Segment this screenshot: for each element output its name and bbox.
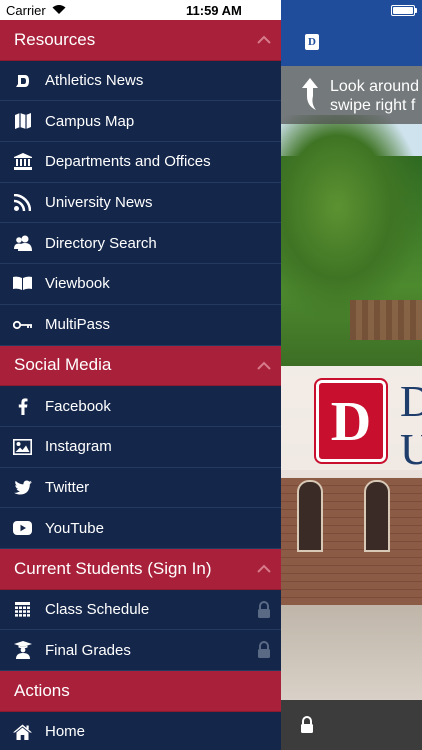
plaza [281,605,422,700]
section-header-social-media[interactable]: Social Media [0,345,281,387]
swipe-tip-text: Look around swipe right f [330,77,422,115]
section-header-actions[interactable]: Actions [0,671,281,712]
section-title: Social Media [14,355,112,375]
building-icon [13,153,32,171]
menu-item-class-schedule[interactable]: Class Schedule [0,590,281,631]
chevron-up-icon[interactable] [257,359,271,373]
menu-item-label: Home [45,723,86,741]
section-title: Actions [14,680,70,700]
wifi-icon [52,5,66,14]
section-header-resources[interactable]: Resources [0,20,281,61]
menu-item-label: Twitter [45,478,90,496]
tree-foliage [281,115,422,320]
youtube-icon [13,521,32,536]
swipe-tip-line1: Look around [330,78,419,95]
menu-item-label: Final Grades [45,641,131,659]
menu-item-label: Instagram [45,438,112,456]
chevron-up-icon[interactable] [257,562,271,576]
section-title: Resources [14,29,96,49]
people-icon [13,235,32,252]
section-header-current-students[interactable]: Current Students (Sign In) [0,548,281,590]
building-window [297,480,323,552]
home-icon [13,724,32,740]
menu-item-label: Departments and Offices [45,153,211,171]
menu-item-multipass[interactable]: MultiPass [0,305,281,346]
swipe-tip-line2: swipe right f [330,97,416,114]
key-icon [12,320,32,329]
menu-item-youtube[interactable]: YouTube [0,508,281,549]
university-logo-icon: D [314,378,388,464]
menu-item-viewbook[interactable]: Viewbook [0,264,281,305]
menu-item-label: YouTube [45,519,104,537]
menu-item-label: Athletics News [45,72,144,90]
facebook-icon [18,397,27,415]
lock-icon [258,600,270,618]
curved-arrow-icon [302,78,318,110]
menu-item-home[interactable]: Home [0,712,281,750]
navigation-drawer: Resources Athletics News Campus Map Depa… [0,20,281,750]
menu-item-university-news[interactable]: University News [0,183,281,224]
menu-item-label: MultiPass [45,316,111,334]
menu-item-athletics-news[interactable]: Athletics News [0,61,281,102]
app-top-bar [281,20,422,66]
athletics-d-icon [15,74,29,87]
graduate-icon [13,641,32,660]
menu-item-label: University News [45,194,153,212]
rss-icon [14,194,31,212]
menu-item-directory-search[interactable]: Directory Search [0,223,281,265]
menu-item-label: Directory Search [45,234,157,252]
menu-item-instagram[interactable]: Instagram [0,427,281,468]
chevron-up-icon[interactable] [257,33,271,47]
menu-item-facebook[interactable]: Facebook [0,386,281,427]
menu-item-label: Campus Map [45,112,135,130]
lock-icon [301,716,313,733]
menu-item-departments-and-offices[interactable]: Departments and Offices [0,142,281,183]
section-title: Current Students (Sign In) [14,558,212,578]
menu-item-label: Facebook [45,397,111,415]
image-icon [13,438,32,455]
twitter-icon [13,480,32,495]
book-icon [13,277,32,291]
building-roof [350,300,422,340]
status-bar: Carrier 11:59 AM [0,0,422,20]
app-logo-icon[interactable]: D [305,34,319,50]
carrier-label: Carrier [6,3,46,18]
banner-text-line2: U [400,425,422,474]
map-icon [14,113,31,130]
battery-icon [391,5,415,16]
menu-item-campus-map[interactable]: Campus Map [0,101,281,143]
lock-icon [258,641,270,659]
menu-item-label: Class Schedule [45,600,150,618]
menu-item-final-grades[interactable]: Final Grades [0,630,281,671]
clock: 11:59 AM [186,3,242,18]
menu-item-label: Viewbook [45,275,110,293]
calendar-grid-icon [15,601,30,617]
banner-text-line1: D [400,377,422,426]
building-window [364,480,390,552]
menu-item-twitter[interactable]: Twitter [0,468,281,509]
